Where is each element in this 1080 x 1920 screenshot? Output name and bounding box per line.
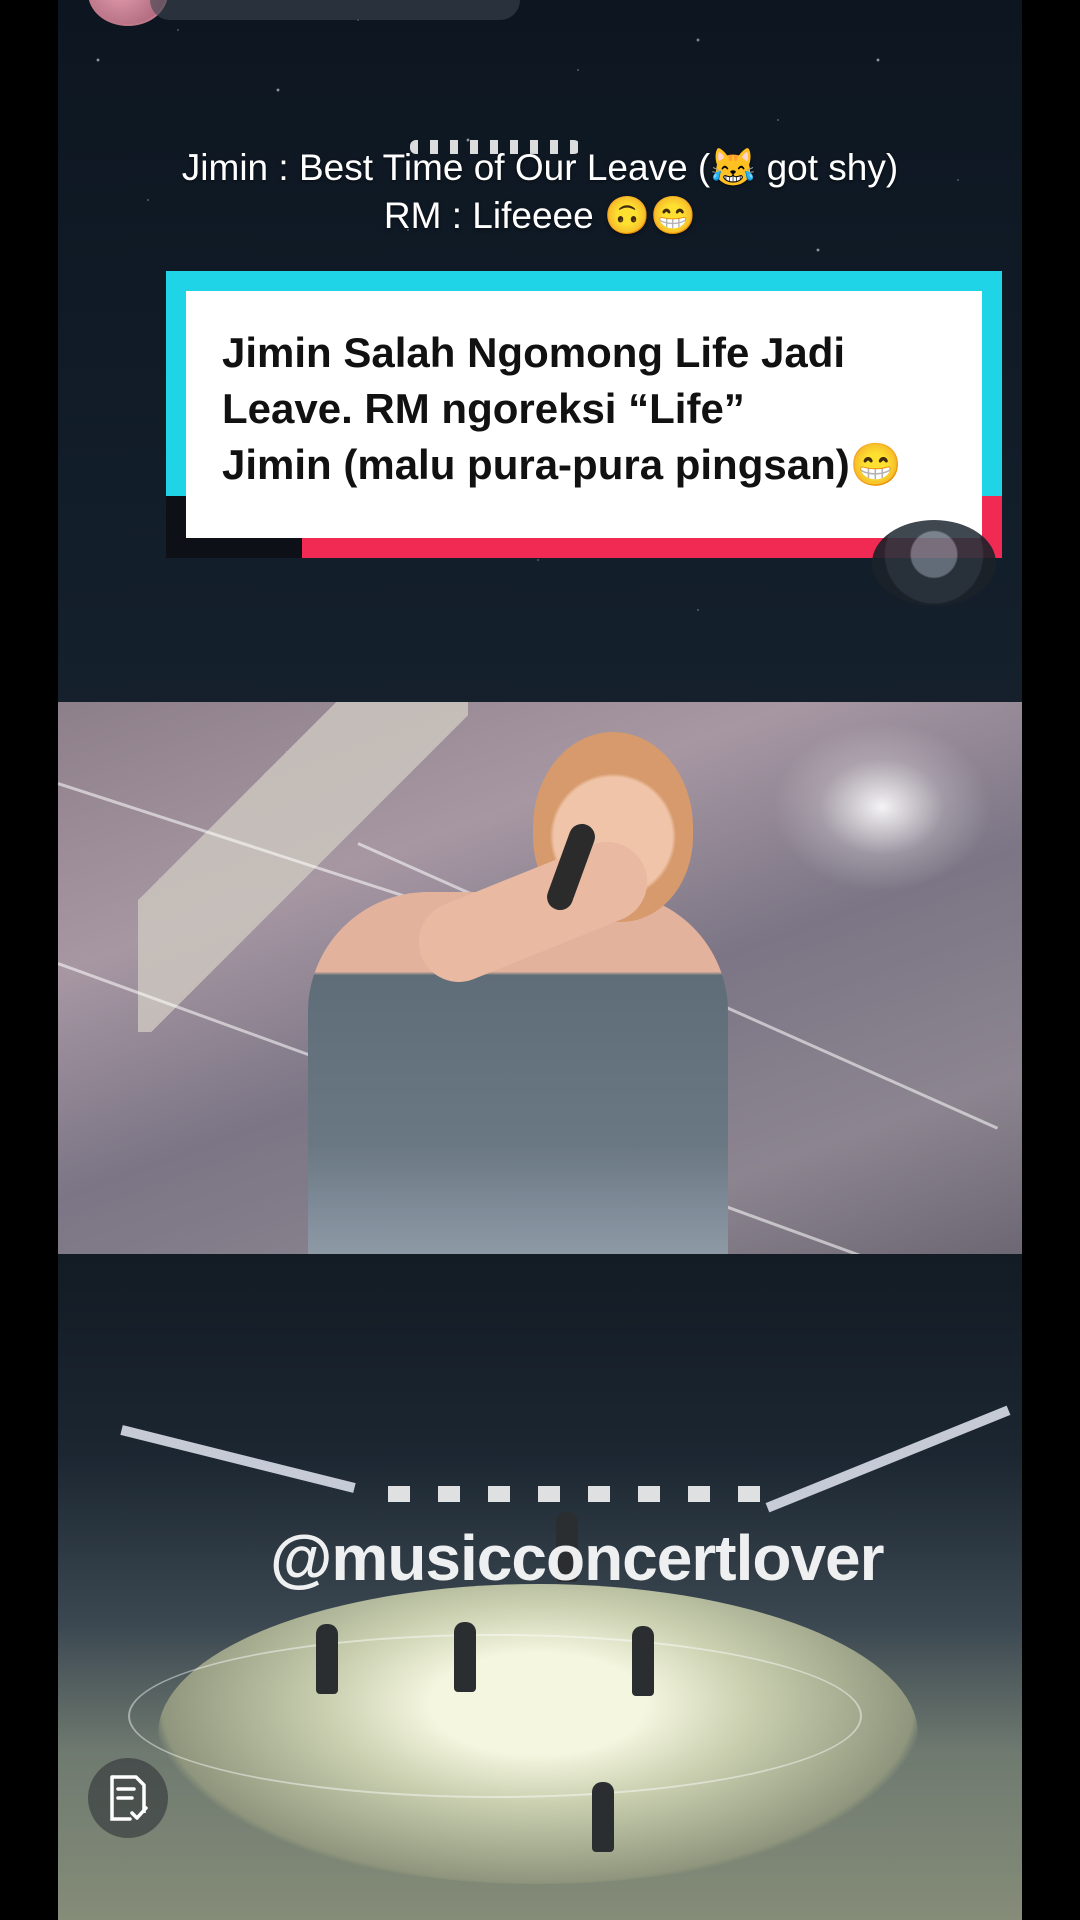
caption-line-1: Jimin : Best Time of Our Leave (😹 got sh…: [181, 147, 899, 188]
sticker-card: Jimin Salah Ngomong Life Jadi Leave. RM …: [186, 291, 982, 538]
text-sticker: Jimin Salah Ngomong Life Jadi Leave. RM …: [166, 271, 1002, 558]
creator-info-pill[interactable]: [150, 0, 520, 20]
sticker-line-1: Jimin Salah Ngomong Life Jadi: [222, 329, 846, 376]
watermark-handle: @musicconcertlover: [270, 1522, 885, 1594]
stage-light-rig: [388, 1486, 788, 1502]
note-button[interactable]: [88, 1758, 168, 1838]
sticker-line-3: Jimin (malu pura-pura pingsan)😁: [222, 441, 903, 488]
stage-floor-ring: [128, 1634, 862, 1798]
dancer: [592, 1782, 614, 1852]
spotlight-glare: [772, 722, 992, 892]
dancer: [316, 1624, 338, 1694]
concert-screen-closeup: [58, 702, 1022, 1254]
note-check-icon: [110, 1775, 148, 1821]
dancer: [454, 1622, 476, 1692]
video-screen[interactable]: Jimin : Best Time of Our Leave (😹 got sh…: [0, 0, 1080, 1920]
caption-line-2: RM : Lifeeee 🙃😁: [383, 195, 697, 236]
round-overlay-button[interactable]: [872, 520, 996, 606]
stage-light-bar: [120, 1425, 356, 1493]
sticker-line-2: Leave. RM ngoreksi “Life”: [222, 385, 745, 432]
dancer: [632, 1626, 654, 1696]
stage-light-bar: [765, 1405, 1011, 1513]
video-caption: Jimin : Best Time of Our Leave (😹 got sh…: [58, 144, 1022, 240]
